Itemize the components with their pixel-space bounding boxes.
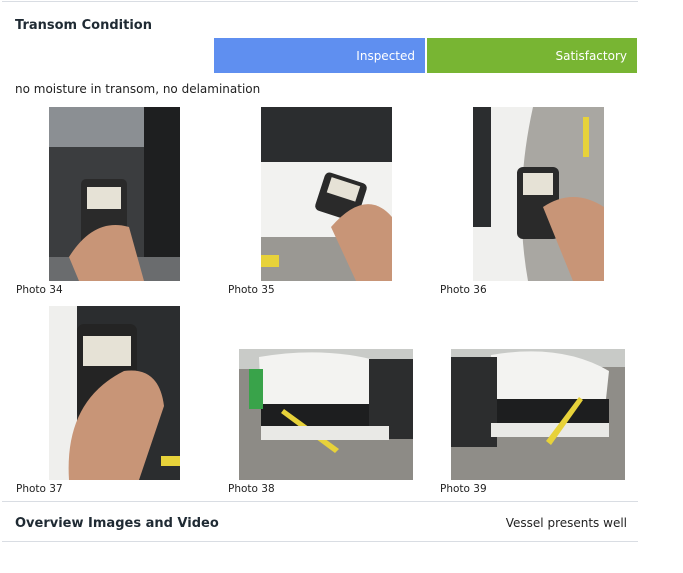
photo-38-image[interactable] bbox=[239, 349, 413, 480]
overview-title: Overview Images and Video bbox=[15, 516, 219, 531]
status-result-label: Satisfactory bbox=[555, 48, 627, 63]
photo-34-caption: Photo 34 bbox=[16, 284, 63, 296]
photo-35-image[interactable] bbox=[261, 107, 392, 281]
photo-38-caption: Photo 38 bbox=[228, 483, 275, 495]
status-inspected-badge: Inspected bbox=[214, 38, 425, 73]
status-result-badge: Satisfactory bbox=[427, 38, 637, 73]
section-title: Transom Condition bbox=[15, 18, 152, 33]
overview-value: Vessel presents well bbox=[505, 516, 627, 530]
photo-34-image[interactable] bbox=[49, 107, 180, 281]
photo-39-image[interactable] bbox=[451, 349, 625, 480]
photo-36-image[interactable] bbox=[473, 107, 604, 281]
photo-37-caption: Photo 37 bbox=[16, 483, 63, 495]
overview-top-divider bbox=[2, 501, 638, 502]
photo-37-image[interactable] bbox=[49, 306, 180, 480]
photo-36-caption: Photo 36 bbox=[440, 284, 487, 296]
top-divider bbox=[2, 1, 638, 2]
inspection-note: no moisture in transom, no delamination bbox=[15, 82, 261, 96]
overview-bottom-divider bbox=[2, 541, 638, 542]
photo-39-caption: Photo 39 bbox=[440, 483, 487, 495]
status-inspected-label: Inspected bbox=[356, 48, 415, 63]
photo-35-caption: Photo 35 bbox=[228, 284, 275, 296]
